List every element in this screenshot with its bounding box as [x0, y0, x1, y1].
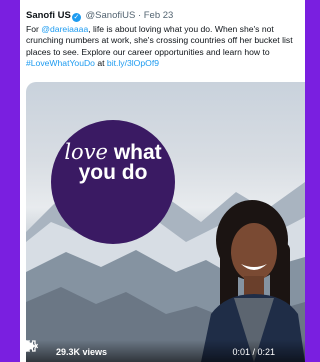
views-count: 29.3K views	[56, 347, 108, 357]
time-readout: 0:01 / 0:21	[232, 347, 275, 357]
author-handle[interactable]: @SanofiUS	[86, 10, 136, 21]
promo-overlay-circle: love what you do	[51, 120, 175, 244]
tweet-text-part: For	[26, 24, 42, 34]
verified-badge-icon: ✓	[71, 13, 81, 22]
tweet-header: Sanofi US ✓ @SanofiUS · Feb 23	[26, 10, 301, 22]
tweet-text: For @dareiaaaa, life is about loving wha…	[26, 24, 303, 70]
tweet-text-part: at	[94, 58, 107, 69]
video-controls: 29.3K views 0:01 / 0:21	[26, 340, 305, 362]
mention-link[interactable]: @dareiaaaa	[41, 24, 88, 34]
separator: ·	[137, 10, 142, 21]
fullscreen-icon[interactable]	[26, 340, 36, 352]
url-link[interactable]: bit.ly/3lOpOf9	[107, 58, 159, 68]
author-name[interactable]: Sanofi US	[26, 10, 71, 21]
hashtag-link[interactable]: #LoveWhatYouDo	[26, 58, 95, 68]
tweet-card: Sanofi US ✓ @SanofiUS · Feb 23 For @darei…	[20, 0, 305, 362]
promo-line2: you do	[78, 161, 148, 184]
video-player[interactable]: love what you do 29.3K views 0:01 / 0:21	[26, 82, 305, 362]
promo-overlay-text: love what you do	[51, 142, 175, 184]
tweet-date[interactable]: Feb 23	[144, 10, 174, 21]
